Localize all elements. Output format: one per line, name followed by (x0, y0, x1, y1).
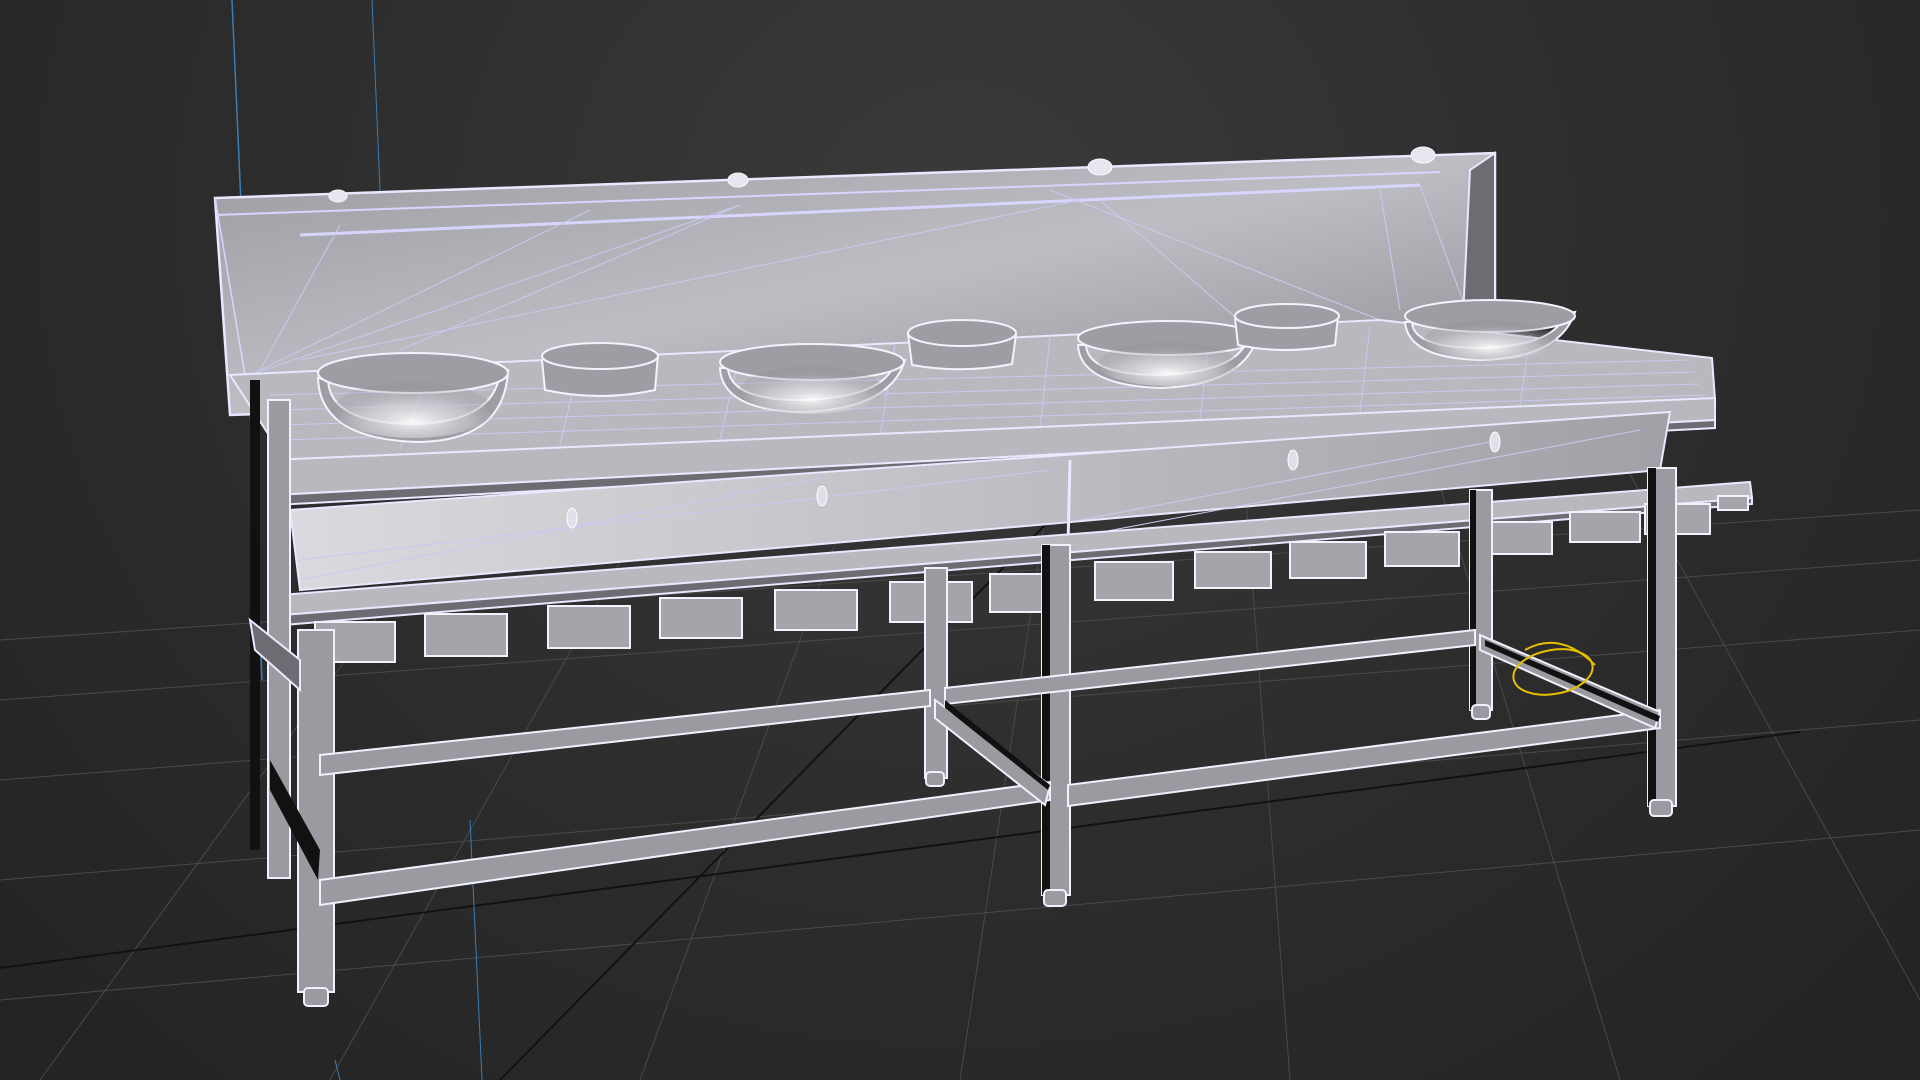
tray-15[interactable] (1717, 495, 1749, 511)
tray-13[interactable] (1569, 511, 1641, 543)
foot (1649, 799, 1673, 817)
knob-icon[interactable] (566, 507, 578, 529)
nub-icon (1410, 146, 1436, 164)
scene-canvas[interactable] (0, 0, 1920, 1080)
burner-2[interactable] (541, 342, 659, 397)
foot (925, 771, 945, 787)
tray-4[interactable] (659, 597, 743, 639)
tray-11[interactable] (1384, 531, 1460, 567)
knob-icon[interactable] (1287, 449, 1299, 471)
3d-viewport[interactable] (0, 0, 1920, 1080)
knob-icon[interactable] (1489, 431, 1501, 453)
foot (1043, 889, 1067, 907)
tray-9[interactable] (1194, 551, 1272, 589)
nub-icon (1087, 158, 1113, 176)
leg-back-middle[interactable] (924, 567, 948, 779)
burner-6[interactable] (1234, 303, 1340, 351)
foot (303, 987, 329, 1007)
nub-icon (328, 189, 348, 203)
tray-2[interactable] (424, 613, 508, 657)
tray-10[interactable] (1289, 541, 1367, 579)
tray-3[interactable] (547, 605, 631, 649)
nub-icon (727, 172, 749, 188)
burner-4[interactable] (907, 319, 1017, 371)
tray-8[interactable] (1094, 561, 1174, 601)
tray-5[interactable] (774, 589, 858, 631)
foot (1471, 704, 1491, 720)
leg-front-left[interactable] (297, 629, 335, 993)
knob-icon[interactable] (816, 485, 828, 507)
